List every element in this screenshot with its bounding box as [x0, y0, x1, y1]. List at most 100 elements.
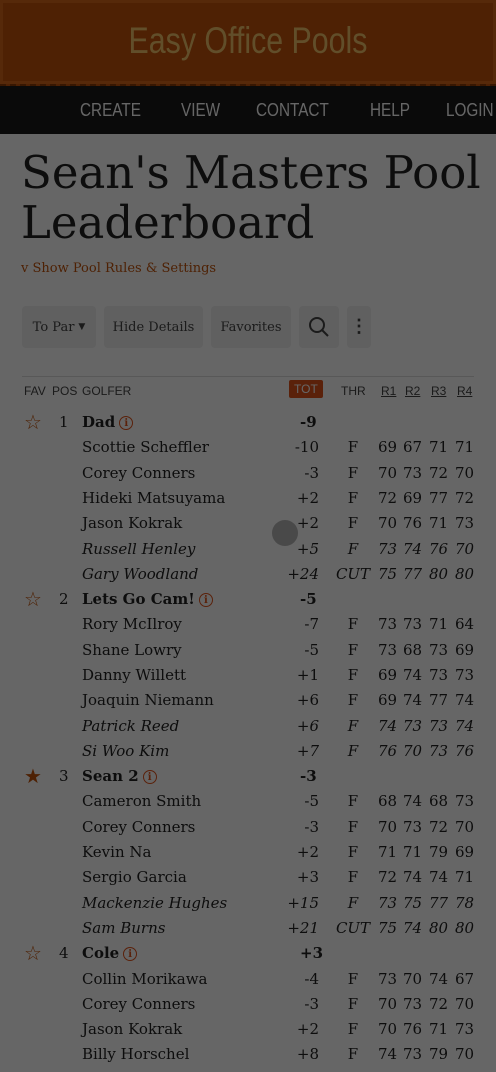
- star-icon[interactable]: ☆: [24, 587, 42, 611]
- golfer-row[interactable]: Corey Conners -3 F 70 73 72 70: [0, 462, 496, 487]
- team-row[interactable]: ☆ 2 Lets Go Cam! i -5: [0, 587, 496, 613]
- team-name[interactable]: Dad: [82, 413, 115, 431]
- team-name-cell[interactable]: Dad i: [82, 413, 134, 431]
- team-name[interactable]: Cole: [82, 944, 119, 962]
- golfer-name[interactable]: Shane Lowry: [82, 641, 182, 659]
- info-icon[interactable]: i: [198, 593, 213, 607]
- golfer-round-4: 76: [455, 742, 475, 760]
- team-name[interactable]: Sean 2: [82, 767, 139, 785]
- golfer-name[interactable]: Si Woo Kim: [82, 742, 169, 760]
- hide-details-button[interactable]: Hide Details: [104, 306, 203, 348]
- golfer-round-3: 77: [429, 489, 449, 507]
- golfer-thru: F: [347, 742, 359, 760]
- golfer-row[interactable]: Corey Conners -3 F 70 73 72 70: [0, 993, 496, 1018]
- golfer-round-1: 72: [378, 868, 398, 886]
- golfer-round-1: 73: [378, 641, 398, 659]
- golfer-name[interactable]: Hideki Matsuyama: [82, 489, 225, 507]
- golfer-name[interactable]: Corey Conners: [82, 995, 195, 1013]
- golfer-name[interactable]: Russell Henley: [82, 540, 195, 558]
- golfer-name[interactable]: Patrick Reed: [82, 717, 179, 735]
- more-vertical-icon: ⋮: [350, 316, 368, 337]
- golfer-row[interactable]: Sergio Garcia +3 F 72 74 74 71: [0, 866, 496, 891]
- golfer-name[interactable]: Danny Willett: [82, 666, 186, 684]
- golfer-name[interactable]: Kevin Na: [82, 843, 151, 861]
- col-tot[interactable]: TOT: [289, 380, 323, 400]
- star-icon[interactable]: ☆: [24, 410, 42, 434]
- golfer-row[interactable]: Scottie Scheffler -10 F 69 67 71 71: [0, 436, 496, 461]
- golfer-row[interactable]: Gary Woodland +24 CUT 75 77 80 80: [0, 563, 496, 588]
- team-name-cell[interactable]: Lets Go Cam! i: [82, 590, 213, 608]
- favorites-button[interactable]: Favorites: [211, 306, 291, 348]
- show-rules-link[interactable]: v Show Pool Rules & Settings: [21, 261, 216, 276]
- nav-contact[interactable]: CONTACT: [256, 100, 329, 121]
- golfer-name[interactable]: Mackenzie Hughes: [82, 894, 227, 912]
- golfer-row[interactable]: Joaquin Niemann +6 F 69 74 77 74: [0, 689, 496, 714]
- col-r4[interactable]: R4: [457, 384, 472, 402]
- golfer-round-4: 78: [455, 894, 475, 912]
- golfer-thru: F: [347, 540, 359, 558]
- col-r1[interactable]: R1: [381, 384, 396, 402]
- golfer-row[interactable]: Mackenzie Hughes +15 F 73 75 77 78: [0, 892, 496, 917]
- golfer-row[interactable]: Collin Morikawa -4 F 73 70 74 67: [0, 968, 496, 993]
- golfer-name[interactable]: Billy Horschel: [82, 1045, 189, 1063]
- golfer-round-2: 67: [403, 438, 423, 456]
- star-icon[interactable]: ★: [24, 764, 42, 788]
- col-r3[interactable]: R3: [431, 384, 446, 402]
- team-name[interactable]: Lets Go Cam!: [82, 590, 195, 608]
- golfer-round-1: 73: [378, 615, 398, 633]
- col-r2[interactable]: R2: [405, 384, 420, 402]
- golfer-name[interactable]: Jason Kokrak: [82, 1020, 182, 1038]
- golfer-row[interactable]: Russell Henley +5 F 73 74 76 70: [0, 538, 496, 563]
- search-button[interactable]: [299, 306, 339, 348]
- golfer-name[interactable]: Rory McIlroy: [82, 615, 182, 633]
- golfer-round-2: 73: [403, 615, 423, 633]
- nav-login[interactable]: LOGIN: [446, 100, 494, 121]
- nav-create[interactable]: CREATE: [80, 100, 141, 121]
- info-icon[interactable]: i: [142, 770, 157, 784]
- golfer-row[interactable]: Cameron Smith -5 F 68 74 68 73: [0, 790, 496, 815]
- golfer-row[interactable]: Sam Burns +21 CUT 75 74 80 80: [0, 917, 496, 942]
- nav-help[interactable]: HELP: [370, 100, 410, 121]
- golfer-round-3: 76: [429, 540, 449, 558]
- golfer-name[interactable]: Cameron Smith: [82, 792, 201, 810]
- more-menu-button[interactable]: ⋮: [347, 306, 371, 348]
- golfer-name[interactable]: Collin Morikawa: [82, 970, 208, 988]
- golfer-thru: CUT: [335, 565, 371, 583]
- star-icon[interactable]: ☆: [24, 941, 42, 965]
- golfer-row[interactable]: Shane Lowry -5 F 73 68 73 69: [0, 639, 496, 664]
- golfer-name[interactable]: Corey Conners: [82, 464, 195, 482]
- golfer-name[interactable]: Corey Conners: [82, 818, 195, 836]
- golfer-name[interactable]: Jason Kokrak: [82, 514, 182, 532]
- team-row[interactable]: ☆ 4 Cole i +3: [0, 941, 496, 967]
- nav-view[interactable]: VIEW: [181, 100, 220, 121]
- info-icon[interactable]: i: [123, 947, 138, 961]
- golfer-row[interactable]: Danny Willett +1 F 69 74 73 73: [0, 664, 496, 689]
- col-thr[interactable]: THR: [341, 384, 366, 402]
- golfer-name[interactable]: Sam Burns: [82, 919, 165, 937]
- search-icon: [309, 317, 329, 337]
- info-icon[interactable]: i: [119, 416, 134, 430]
- golfer-row[interactable]: Jason Kokrak +2 F 70 76 71 73: [0, 1018, 496, 1043]
- golfer-row[interactable]: Si Woo Kim +7 F 76 70 73 76: [0, 740, 496, 765]
- team-name-cell[interactable]: Cole i: [82, 944, 138, 962]
- golfer-name[interactable]: Joaquin Niemann: [82, 691, 214, 709]
- to-par-dropdown[interactable]: To Par ▼: [22, 306, 96, 348]
- team-position: 1: [59, 413, 69, 431]
- golfer-row[interactable]: Corey Conners -3 F 70 73 72 70: [0, 816, 496, 841]
- team-row[interactable]: ☆ 1 Dad i -9: [0, 410, 496, 436]
- team-name-cell[interactable]: Sean 2i: [82, 767, 157, 785]
- col-golfer[interactable]: GOLFER: [82, 384, 131, 402]
- golfer-row[interactable]: Kevin Na +2 F 71 71 79 69: [0, 841, 496, 866]
- golfer-name[interactable]: Gary Woodland: [82, 565, 198, 583]
- golfer-row[interactable]: Rory McIlroy -7 F 73 73 71 64: [0, 613, 496, 638]
- golfer-row[interactable]: Jason Kokrak +2 F 70 76 71 73: [0, 512, 496, 537]
- golfer-row[interactable]: Patrick Reed +6 F 74 73 73 74: [0, 715, 496, 740]
- site-banner: Easy Office Pools: [0, 0, 496, 86]
- golfer-total: +24: [287, 565, 319, 583]
- site-title[interactable]: Easy Office Pools: [45, 20, 452, 62]
- golfer-row[interactable]: Hideki Matsuyama +2 F 72 69 77 72: [0, 487, 496, 512]
- team-row[interactable]: ★ 3 Sean 2 i -3: [0, 764, 496, 790]
- golfer-name[interactable]: Sergio Garcia: [82, 868, 187, 886]
- golfer-row[interactable]: Billy Horschel +8 F 74 73 79 70: [0, 1043, 496, 1068]
- golfer-name[interactable]: Scottie Scheffler: [82, 438, 209, 456]
